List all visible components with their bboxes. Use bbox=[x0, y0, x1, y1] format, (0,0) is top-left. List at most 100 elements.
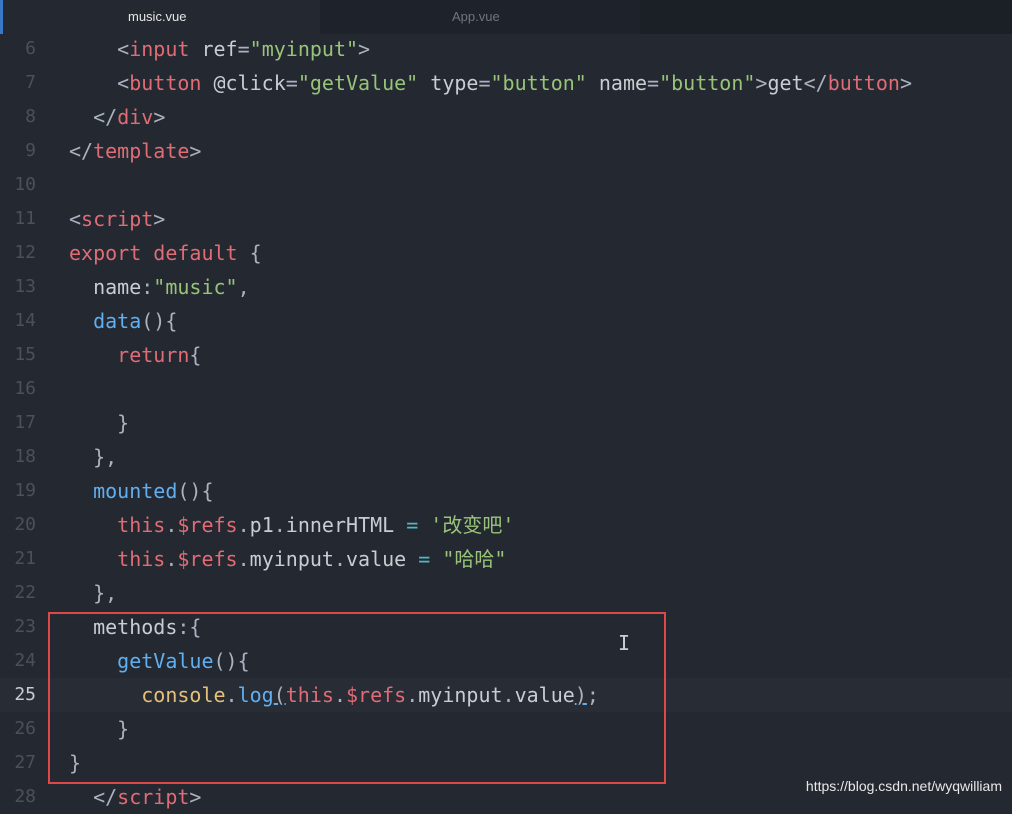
line-number: 13 bbox=[14, 276, 36, 297]
code-token: , bbox=[237, 275, 250, 299]
line-number: 21 bbox=[14, 548, 36, 569]
code-token: </ bbox=[69, 785, 118, 809]
tab-music-vue[interactable]: music.vue bbox=[0, 0, 320, 34]
code-text: </script> bbox=[69, 780, 201, 814]
code-token: > bbox=[153, 207, 166, 231]
code-token: = bbox=[394, 513, 431, 537]
code-token: > bbox=[358, 37, 371, 61]
code-line[interactable]: 14 data(){ bbox=[0, 304, 1012, 338]
code-token: = bbox=[237, 37, 250, 61]
code-token: = bbox=[478, 71, 491, 95]
code-text: export default { bbox=[69, 236, 262, 270]
code-token: > bbox=[189, 139, 202, 163]
code-token: . bbox=[165, 513, 178, 537]
code-line[interactable]: 20 this.$refs.p1.innerHTML = '改变吧' bbox=[0, 508, 1012, 542]
code-line[interactable]: 11 <script> bbox=[0, 202, 1012, 236]
code-token: type bbox=[418, 71, 479, 95]
code-token: @click bbox=[201, 71, 286, 95]
code-text: mounted(){ bbox=[69, 474, 214, 508]
code-token: script bbox=[117, 785, 190, 809]
code-token: . bbox=[273, 513, 286, 537]
code-text: this.$refs.myinput.value = "哈哈" bbox=[69, 542, 506, 576]
code-line[interactable]: 15 return{ bbox=[0, 338, 1012, 372]
code-token: > bbox=[755, 71, 768, 95]
code-token: (){ bbox=[177, 479, 214, 503]
line-number: 26 bbox=[14, 718, 36, 739]
code-token: myinput bbox=[249, 547, 334, 571]
line-number: 19 bbox=[14, 480, 36, 501]
code-text: } bbox=[69, 406, 129, 440]
code-token: }, bbox=[69, 581, 118, 605]
code-text: <script> bbox=[69, 202, 165, 236]
code-token: > bbox=[189, 785, 202, 809]
code-token: input bbox=[129, 37, 190, 61]
line-number: 8 bbox=[25, 106, 36, 127]
code-token: . bbox=[165, 547, 178, 571]
code-token: . bbox=[237, 547, 250, 571]
code-text: this.$refs.p1.innerHTML = '改变吧' bbox=[69, 508, 514, 542]
code-text: }, bbox=[69, 440, 117, 474]
code-token: { bbox=[237, 241, 262, 265]
code-token: (){ bbox=[141, 309, 178, 333]
code-token: < bbox=[117, 37, 130, 61]
highlight-box bbox=[48, 612, 666, 784]
line-number: 27 bbox=[14, 752, 36, 773]
code-text: </template> bbox=[69, 134, 201, 168]
line-number: 11 bbox=[14, 208, 36, 229]
code-token: "button" bbox=[659, 71, 756, 95]
code-token: '改变吧' bbox=[430, 513, 515, 537]
code-line[interactable]: 7 <button @click="getValue" type="button… bbox=[0, 66, 1012, 100]
line-number: 22 bbox=[14, 582, 36, 603]
code-token: name bbox=[586, 71, 648, 95]
line-number: 10 bbox=[14, 174, 36, 195]
code-token: this bbox=[117, 513, 166, 537]
line-number: 23 bbox=[14, 616, 36, 637]
code-line[interactable]: 19 mounted(){ bbox=[0, 474, 1012, 508]
code-token: template bbox=[93, 139, 190, 163]
code-line[interactable]: 21 this.$refs.myinput.value = "哈哈" bbox=[0, 542, 1012, 576]
line-number: 24 bbox=[14, 650, 36, 671]
code-token: button bbox=[827, 71, 900, 95]
code-line[interactable]: 9 </template> bbox=[0, 134, 1012, 168]
code-line[interactable]: 10 bbox=[0, 168, 1012, 202]
code-token: = bbox=[406, 547, 443, 571]
watermark: https://blog.csdn.net/wyqwilliam bbox=[805, 778, 1002, 794]
code-token: </ bbox=[69, 139, 94, 163]
code-line[interactable]: 17 } bbox=[0, 406, 1012, 440]
code-line[interactable]: 6 <input ref="myinput"> bbox=[0, 32, 1012, 66]
code-token: $refs bbox=[177, 513, 238, 537]
code-token: . bbox=[237, 513, 250, 537]
code-text: <input ref="myinput"> bbox=[69, 32, 370, 66]
line-number: 16 bbox=[14, 378, 36, 399]
code-line[interactable]: 22 }, bbox=[0, 576, 1012, 610]
code-token: "哈哈" bbox=[442, 547, 507, 571]
code-line[interactable]: 18 }, bbox=[0, 440, 1012, 474]
code-token: }, bbox=[69, 445, 118, 469]
code-line[interactable]: 12 export default { bbox=[0, 236, 1012, 270]
text-cursor-icon: I bbox=[618, 631, 631, 655]
code-token: "music" bbox=[153, 275, 238, 299]
code-token: this bbox=[117, 547, 166, 571]
code-token: "button" bbox=[490, 71, 587, 95]
code-token: "getValue" bbox=[297, 71, 419, 95]
code-token: return bbox=[117, 343, 190, 367]
code-text: </div> bbox=[69, 100, 165, 134]
code-text: data(){ bbox=[69, 304, 177, 338]
code-line[interactable]: 16 bbox=[0, 372, 1012, 406]
code-line[interactable]: 13 name:"music", bbox=[0, 270, 1012, 304]
tab-app-vue[interactable]: App.vue bbox=[320, 0, 640, 34]
line-number: 6 bbox=[25, 38, 36, 59]
code-token: $refs bbox=[177, 547, 238, 571]
code-token: : bbox=[141, 275, 154, 299]
line-number: 9 bbox=[25, 140, 36, 161]
code-line[interactable]: 8 </div> bbox=[0, 100, 1012, 134]
code-text: }, bbox=[69, 576, 117, 610]
line-number: 28 bbox=[14, 786, 36, 807]
